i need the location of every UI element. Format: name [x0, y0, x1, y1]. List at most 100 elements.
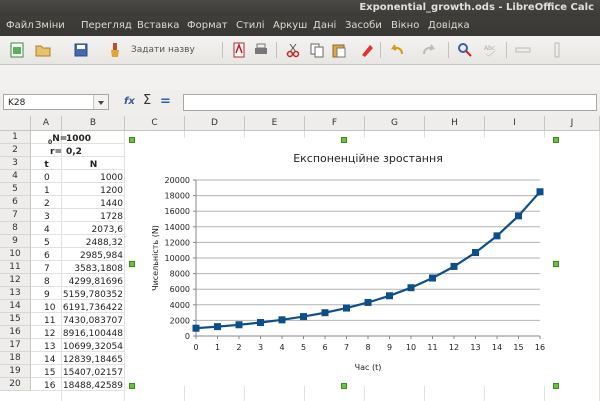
cell-t[interactable]: 3	[44, 211, 64, 224]
function-wizard-icon[interactable]: fx	[124, 96, 135, 107]
cell-t[interactable]: 8	[44, 276, 64, 289]
row-header-19[interactable]: 19	[0, 365, 31, 378]
menu-sheet[interactable]: Аркуш	[273, 20, 307, 31]
cell-t[interactable]: 16	[44, 380, 64, 393]
formula-input[interactable]	[183, 94, 597, 111]
row-header-17[interactable]: 17	[0, 339, 31, 352]
column-header-d[interactable]: D	[185, 116, 245, 131]
cell-t[interactable]: 7	[44, 263, 64, 276]
resize-handle[interactable]	[341, 383, 347, 389]
cell-t[interactable]: 2	[44, 198, 64, 211]
resize-handle[interactable]	[129, 261, 135, 267]
cell-t[interactable]: 12	[44, 328, 64, 341]
cell-n[interactable]: 5159,780352	[62, 289, 123, 302]
row-header-15[interactable]: 15	[0, 313, 31, 326]
chevron-down-icon[interactable]	[93, 95, 108, 109]
row-header-11[interactable]: 11	[0, 261, 31, 274]
spelling-icon[interactable]: Abc	[482, 41, 500, 59]
cell-n[interactable]: 8916,100448	[62, 328, 123, 341]
cell-a3[interactable]: t	[31, 159, 62, 172]
cell-b1[interactable]: 1000	[66, 133, 106, 146]
column-header-j[interactable]: J	[545, 116, 600, 131]
cell-n[interactable]: 2985,984	[62, 250, 123, 263]
formula-icon[interactable]: =	[160, 94, 171, 109]
menu-insert[interactable]: Вставка	[137, 20, 179, 31]
select-all-corner[interactable]	[0, 116, 31, 131]
row-header-2[interactable]: 2	[0, 144, 31, 157]
cell-a1[interactable]: 0N=	[48, 133, 67, 146]
clone-formatting-icon[interactable]	[106, 41, 124, 59]
row-header-4[interactable]: 4	[0, 170, 31, 183]
column-header-f[interactable]: F	[305, 116, 365, 131]
resize-handle[interactable]	[341, 137, 347, 143]
cell-n[interactable]: 12839,18465	[62, 354, 123, 367]
row-header-18[interactable]: 18	[0, 352, 31, 365]
cell-n[interactable]: 3583,1808	[62, 263, 123, 276]
cell-t[interactable]: 10	[44, 302, 64, 315]
column-header-h[interactable]: H	[425, 116, 485, 131]
undo-icon[interactable]	[388, 41, 406, 59]
resize-handle[interactable]	[553, 261, 559, 267]
cell-n[interactable]: 7430,083707	[62, 315, 123, 328]
cell-n[interactable]: 1440	[62, 198, 123, 211]
cell-n[interactable]: 15407,02157	[62, 367, 123, 380]
menu-styles[interactable]: Стилі	[236, 20, 264, 31]
cut-icon[interactable]	[284, 41, 302, 59]
cell-t[interactable]: 14	[44, 354, 64, 367]
cell-t[interactable]: 0	[44, 172, 64, 185]
row-header-8[interactable]: 8	[0, 222, 31, 235]
menu-window[interactable]: Вікно	[391, 20, 419, 31]
menu-edit[interactable]: Зміни	[35, 20, 65, 31]
row-header-10[interactable]: 10	[0, 248, 31, 261]
cell-b3[interactable]: N	[62, 159, 125, 172]
cell-n[interactable]: 2488,32	[62, 237, 123, 250]
row-header-16[interactable]: 16	[0, 326, 31, 339]
print-icon[interactable]	[252, 41, 270, 59]
export-pdf-icon[interactable]	[230, 41, 248, 59]
redo-icon[interactable]	[420, 41, 438, 59]
menu-tools[interactable]: Засоби	[345, 20, 382, 31]
cell-n[interactable]: 6191,736422	[62, 302, 123, 315]
row-header-5[interactable]: 5	[0, 183, 31, 196]
resize-handle[interactable]	[553, 137, 559, 143]
menu-file[interactable]: Файл	[6, 20, 34, 31]
column-header-b[interactable]: B	[62, 116, 125, 131]
row-header-1[interactable]: 1	[0, 131, 31, 144]
menu-data[interactable]: Дані	[313, 20, 336, 31]
column-header-a[interactable]: A	[31, 116, 62, 131]
menu-format[interactable]: Формат	[187, 20, 228, 31]
cell-t[interactable]: 11	[44, 315, 64, 328]
find-replace-icon[interactable]	[456, 41, 474, 59]
cell-n[interactable]: 4299,81696	[62, 276, 123, 289]
clear-formatting-icon[interactable]	[358, 41, 376, 59]
cell-t[interactable]: 4	[44, 224, 64, 237]
cell-t[interactable]: 5	[44, 237, 64, 250]
resize-handle[interactable]	[553, 383, 559, 389]
cell-t[interactable]: 15	[44, 367, 64, 380]
cell-t[interactable]: 9	[44, 289, 64, 302]
paste-icon[interactable]	[330, 41, 348, 59]
column-header-c[interactable]: C	[125, 116, 185, 131]
cell-t[interactable]: 1	[44, 185, 64, 198]
column-icon[interactable]	[548, 41, 566, 59]
sum-icon[interactable]: Σ	[143, 93, 151, 108]
cell-n[interactable]: 2073,6	[62, 224, 124, 237]
style-name-input[interactable]: Задати назву	[131, 45, 195, 55]
cell-n[interactable]: 1200	[62, 185, 123, 198]
cell-t[interactable]: 6	[44, 250, 64, 263]
column-header-g[interactable]: G	[365, 116, 425, 131]
row-header-12[interactable]: 12	[0, 274, 31, 287]
row-icon[interactable]	[514, 41, 532, 59]
cell-n[interactable]: 1728	[62, 211, 123, 224]
row-header-14[interactable]: 14	[0, 300, 31, 313]
column-header-i[interactable]: I	[485, 116, 545, 131]
menu-help[interactable]: Довідка	[428, 20, 470, 31]
chart[interactable]: Експоненційне зростання 0 2000 4000 6000 8000…	[128, 138, 548, 386]
cell-n[interactable]: 1000	[62, 172, 123, 185]
row-header-7[interactable]: 7	[0, 209, 31, 222]
cell-t[interactable]: 13	[44, 341, 64, 354]
save-icon[interactable]	[72, 41, 90, 59]
row-header-6[interactable]: 6	[0, 196, 31, 209]
row-header-20[interactable]: 20	[0, 378, 31, 391]
row-header-3[interactable]: 3	[0, 157, 31, 170]
